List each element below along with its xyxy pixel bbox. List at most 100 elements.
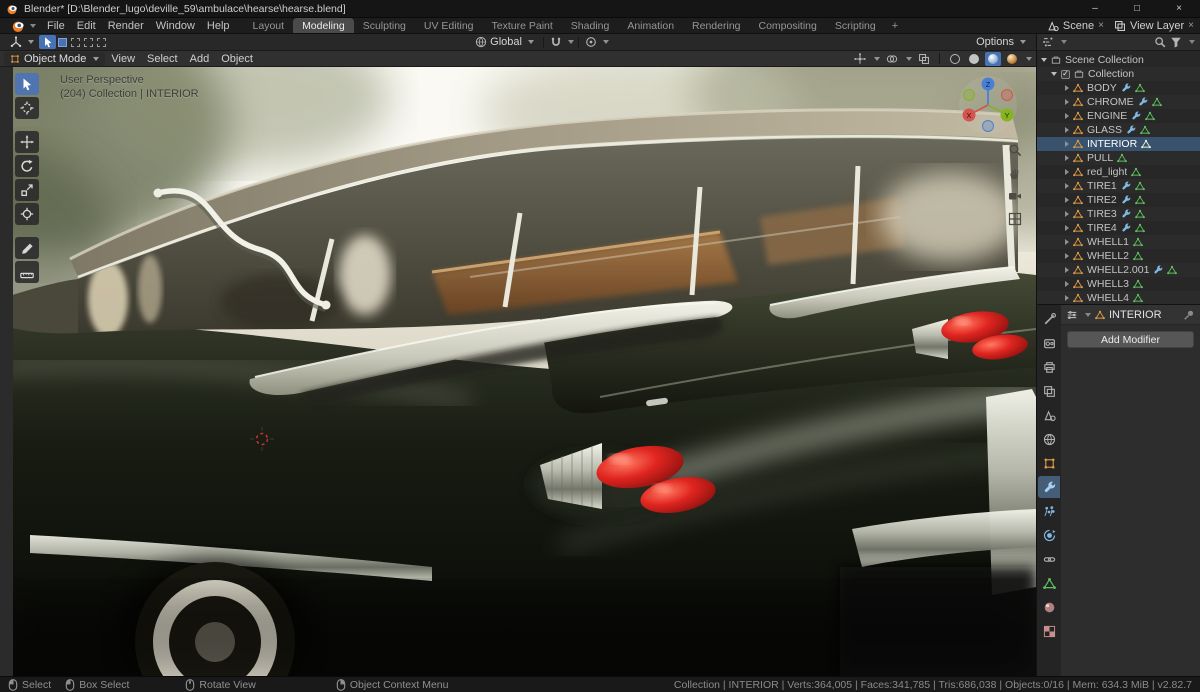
tool-annotate[interactable] (15, 237, 39, 259)
properties-tab-material[interactable] (1038, 596, 1060, 618)
properties-tab-view-layer[interactable] (1038, 380, 1060, 402)
snap-toggle[interactable] (548, 35, 565, 49)
outliner-row-engine[interactable]: ENGINE (1037, 109, 1200, 123)
outliner-row-body[interactable]: BODY (1037, 81, 1200, 95)
tab-sculpting[interactable]: Sculpting (354, 18, 415, 33)
outliner-row-glass[interactable]: GLASS (1037, 123, 1200, 137)
expand-icon[interactable] (1065, 99, 1069, 105)
expand-icon[interactable] (1065, 239, 1069, 245)
expand-icon[interactable] (1065, 225, 1069, 231)
select-mode-subtract-button[interactable] (84, 37, 93, 47)
menu-file[interactable]: File (41, 18, 71, 33)
outliner-row-tire3[interactable]: TIRE3 (1037, 207, 1200, 221)
select-mode-intersect-button[interactable] (97, 37, 106, 47)
expand-icon[interactable] (1065, 141, 1069, 147)
properties-tab-object[interactable] (1038, 452, 1060, 474)
mesh-data-icon[interactable] (1133, 279, 1143, 289)
collection-checkbox[interactable]: ✓ (1061, 69, 1070, 79)
modifier-icon[interactable] (1126, 125, 1136, 135)
outliner-row-interior[interactable]: INTERIOR (1037, 137, 1200, 151)
mesh-data-icon[interactable] (1133, 293, 1143, 303)
select-mode-new-button[interactable] (58, 37, 67, 47)
mesh-data-icon[interactable] (1167, 265, 1177, 275)
expand-icon[interactable] (1065, 85, 1069, 91)
overlays-toggle[interactable] (883, 52, 900, 66)
properties-editor-icon[interactable] (1066, 309, 1078, 321)
close-button[interactable]: × (1158, 0, 1200, 17)
modifier-icon[interactable] (1121, 83, 1131, 93)
menu-object[interactable]: Object (215, 53, 259, 65)
expand-icon[interactable] (1065, 281, 1069, 287)
properties-tab-texture[interactable] (1038, 620, 1060, 642)
add-workspace-button[interactable]: + (885, 18, 905, 33)
filter-icon[interactable] (1170, 36, 1182, 48)
tab-compositing[interactable]: Compositing (750, 18, 826, 33)
tool-rotate[interactable] (15, 155, 39, 177)
mesh-data-icon[interactable] (1135, 223, 1145, 233)
search-icon[interactable] (1154, 36, 1166, 48)
expand-icon[interactable] (1041, 58, 1047, 62)
properties-tab-tool[interactable] (1038, 308, 1060, 330)
properties-tab-world[interactable] (1038, 428, 1060, 450)
outliner-row-tire2[interactable]: TIRE2 (1037, 193, 1200, 207)
expand-icon[interactable] (1051, 72, 1057, 76)
mesh-data-icon[interactable] (1141, 139, 1151, 149)
modifier-icon[interactable] (1131, 111, 1141, 121)
menu-select[interactable]: Select (141, 53, 184, 65)
transform-orientation-dropdown[interactable]: Global (470, 36, 539, 48)
neg-y-axis-handle[interactable] (963, 89, 975, 101)
tab-rendering[interactable]: Rendering (683, 18, 749, 33)
mesh-data-icon[interactable] (1135, 83, 1145, 93)
properties-tab-particles[interactable] (1038, 500, 1060, 522)
modifier-icon[interactable] (1121, 209, 1131, 219)
expand-icon[interactable] (1065, 183, 1069, 189)
outliner-row-chrome[interactable]: CHROME (1037, 95, 1200, 109)
expand-icon[interactable] (1065, 169, 1069, 175)
mesh-data-icon[interactable] (1135, 195, 1145, 205)
tab-scripting[interactable]: Scripting (826, 18, 885, 33)
tab-layout[interactable]: Layout (244, 18, 294, 33)
tab-animation[interactable]: Animation (618, 18, 683, 33)
modifier-icon[interactable] (1121, 181, 1131, 191)
unlink-view-layer-icon[interactable]: × (1188, 20, 1194, 31)
properties-tab-output[interactable] (1038, 356, 1060, 378)
expand-icon[interactable] (1065, 295, 1069, 301)
mode-dropdown[interactable]: Object Mode (4, 51, 106, 66)
shading-wireframe-button[interactable] (947, 52, 963, 66)
menu-help[interactable]: Help (201, 18, 236, 33)
shading-rendered-button[interactable] (1004, 52, 1020, 66)
tool-measure[interactable] (15, 261, 39, 283)
mesh-data-icon[interactable] (1140, 125, 1150, 135)
options-dropdown[interactable]: Options (971, 36, 1031, 48)
properties-tab-render[interactable] (1038, 332, 1060, 354)
editor-type-button[interactable] (5, 36, 39, 48)
mesh-data-icon[interactable] (1135, 181, 1145, 191)
outliner-row-whell2[interactable]: WHELL2 (1037, 249, 1200, 263)
expand-icon[interactable] (1065, 197, 1069, 203)
mesh-data-icon[interactable] (1131, 167, 1141, 177)
ortho-grid-icon[interactable] (1008, 212, 1022, 226)
zoom-icon[interactable] (1008, 143, 1022, 157)
tool-transform[interactable] (15, 203, 39, 225)
outliner-row-collection[interactable]: ✓ Collection (1037, 67, 1200, 81)
chevron-down-icon[interactable] (1061, 40, 1067, 44)
tab-texture-paint[interactable]: Texture Paint (483, 18, 562, 33)
chevron-down-icon[interactable] (1189, 40, 1195, 44)
gizmos-toggle[interactable] (851, 52, 868, 66)
mesh-data-icon[interactable] (1145, 111, 1155, 121)
properties-tab-object-data[interactable] (1038, 572, 1060, 594)
scene-selector[interactable]: Scene × (1047, 20, 1104, 32)
maximize-button[interactable]: □ (1116, 0, 1158, 17)
view-layer-selector[interactable]: View Layer × (1114, 20, 1194, 32)
mesh-data-icon[interactable] (1133, 237, 1143, 247)
outliner-editor-icon[interactable] (1042, 36, 1054, 48)
menu-window[interactable]: Window (150, 18, 201, 33)
menu-add[interactable]: Add (184, 53, 216, 65)
xray-toggle[interactable] (915, 52, 932, 66)
gizmos-dropdown-icon[interactable] (874, 56, 880, 61)
tab-modeling[interactable]: Modeling (293, 18, 354, 33)
modifier-icon[interactable] (1121, 223, 1131, 233)
outliner-row-whell1[interactable]: WHELL1 (1037, 235, 1200, 249)
mesh-data-icon[interactable] (1117, 153, 1127, 163)
proportional-dropdown-icon[interactable] (602, 40, 609, 44)
